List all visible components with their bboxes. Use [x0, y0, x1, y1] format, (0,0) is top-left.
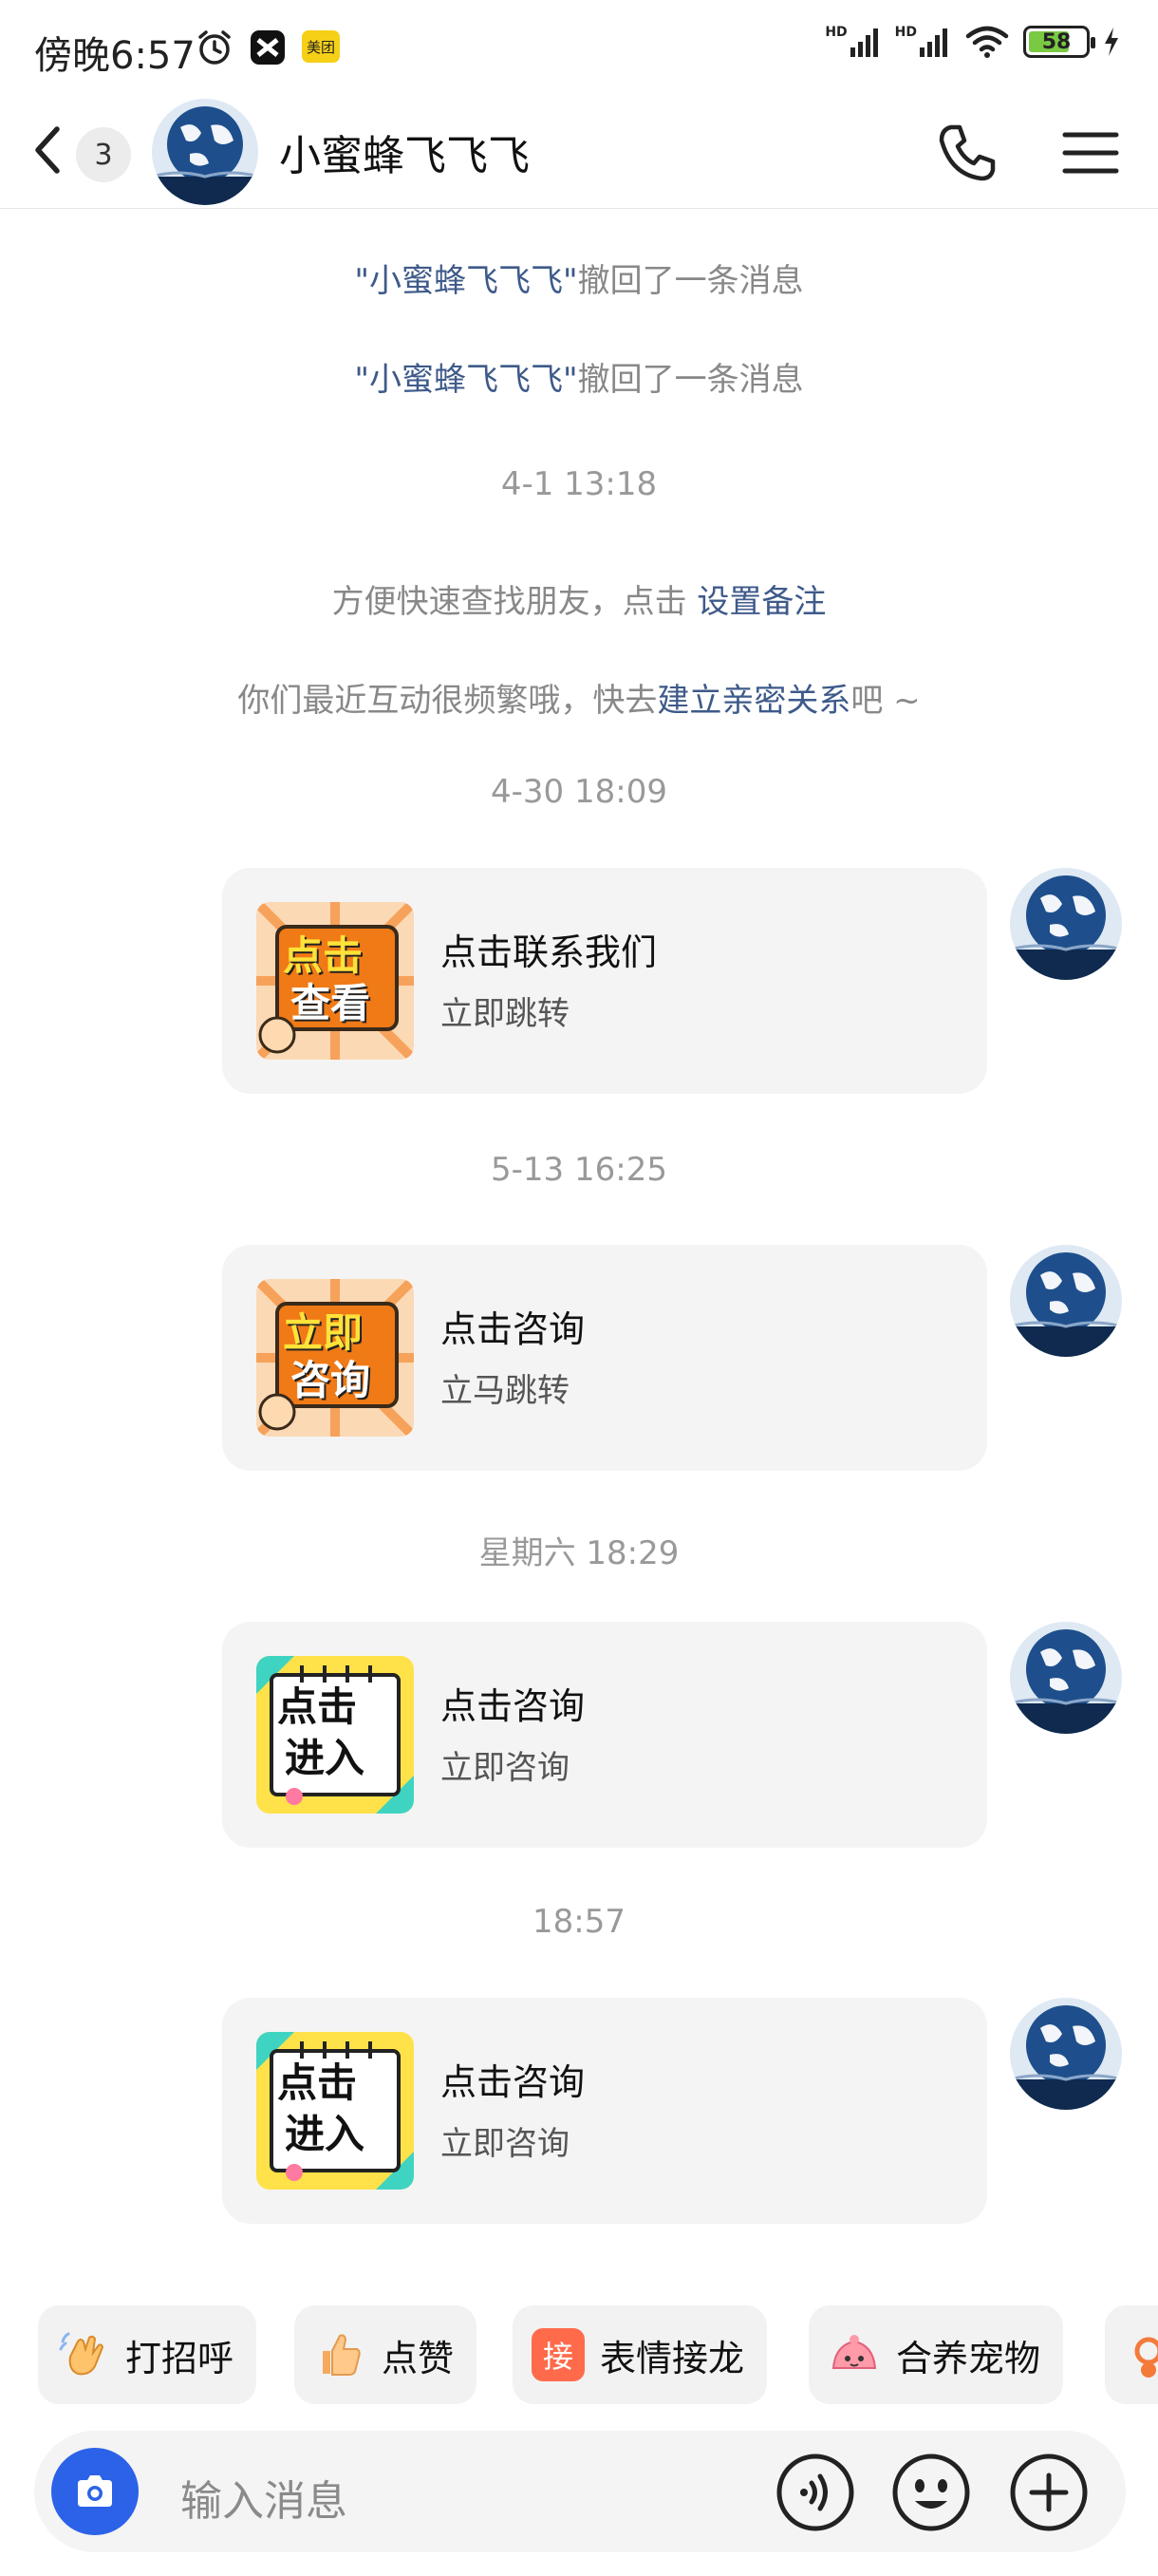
thumb-text-1: 立即	[283, 1309, 364, 1356]
signal-bars-icon	[850, 28, 878, 57]
add-icon[interactable]	[1006, 2450, 1092, 2535]
quick-reply-bar: 打招呼 点赞 接 表情接龙 合养宠物	[0, 2305, 1158, 2404]
quick-reply-like[interactable]: 点赞	[294, 2305, 477, 2404]
status-bar: 傍晚6:57 美团 HD HD 58	[0, 0, 1158, 99]
card-thumbnail: 点击 查看	[256, 902, 414, 1060]
recall-notice: "小蜜蜂飞飞飞"撤回了一条消息	[354, 262, 804, 300]
wave-hand-icon	[57, 2328, 110, 2381]
camera-button[interactable]	[51, 2448, 139, 2535]
battery-icon: 58	[1023, 26, 1095, 58]
quick-reply-label: 表情接龙	[600, 2337, 745, 2379]
camera-icon	[78, 2475, 112, 2507]
card-title: 点击联系我们	[440, 931, 658, 973]
thumb-text-1: 点击	[277, 1683, 358, 1730]
page-title: 小蜜蜂飞飞飞	[279, 132, 530, 180]
link-card-message[interactable]: 点击 进入 点击咨询 立即咨询	[222, 1998, 987, 2224]
card-title: 点击咨询	[440, 2061, 586, 2103]
thumb-text-2: 进入	[285, 2111, 365, 2157]
emoji-icon[interactable]	[888, 2450, 974, 2535]
status-time: 傍晚6:57	[34, 34, 196, 78]
meituan-icon: 美团	[302, 30, 340, 63]
quick-reply-wave[interactable]: 打招呼	[38, 2305, 257, 2404]
recall-notice: "小蜜蜂飞飞飞"撤回了一条消息	[354, 361, 804, 399]
thumb-text-1: 点击	[277, 2059, 358, 2106]
message-input[interactable]: 输入消息	[180, 2467, 347, 2528]
card-title: 点击咨询	[440, 1308, 586, 1350]
card-subtitle: 立即咨询	[440, 2125, 570, 2163]
recall-sender[interactable]: "小蜜蜂飞飞飞"	[354, 262, 577, 300]
avatar[interactable]	[1010, 1622, 1122, 1734]
thumb-text-2: 查看	[290, 980, 371, 1026]
voice-icon[interactable]	[773, 2450, 858, 2535]
timestamp: 5-13 16:25	[491, 1151, 667, 1189]
avatar[interactable]	[1010, 1998, 1122, 2110]
timestamp: 4-30 18:09	[491, 773, 667, 811]
card-thumbnail: 点击 进入	[256, 2032, 414, 2190]
quick-reply-label: 点赞	[382, 2337, 455, 2379]
recall-sender[interactable]: "小蜜蜂飞飞飞"	[354, 361, 577, 399]
intimacy-hint: 你们最近互动很频繁哦，快去建立亲密关系吧 ~	[237, 682, 921, 720]
card-subtitle: 立即咨询	[440, 1749, 570, 1787]
avatar[interactable]	[1010, 1245, 1122, 1357]
quick-reply-more[interactable]	[1105, 2305, 1158, 2404]
timestamp: 星期六 18:29	[478, 1534, 680, 1572]
link-card-message[interactable]: 立即 咨询 点击咨询 立马跳转	[222, 1245, 987, 1471]
thumb-text-2: 进入	[285, 1735, 365, 1781]
charging-icon	[1105, 28, 1118, 56]
build-relationship-link[interactable]: 建立亲密关系	[657, 682, 850, 720]
menu-icon[interactable]	[1059, 122, 1122, 184]
signal-bars-icon	[920, 28, 947, 57]
quick-reply-pet[interactable]: 合养宠物	[809, 2305, 1064, 2404]
pet-icon	[828, 2328, 881, 2381]
signal-1: HD	[825, 25, 881, 57]
quick-reply-emoji-chain[interactable]: 接 表情接龙	[513, 2305, 768, 2404]
unread-count-badge[interactable]: 3	[76, 127, 131, 182]
wifi-icon	[965, 26, 1009, 58]
quick-reply-label: 合养宠物	[896, 2337, 1041, 2379]
thumb-text-2: 咨询	[290, 1357, 371, 1403]
more-chip-icon	[1124, 2328, 1158, 2381]
emoji-chain-icon: 接	[532, 2328, 585, 2381]
thumbs-up-icon	[313, 2328, 366, 2381]
link-card-message[interactable]: 点击 进入 点击咨询 立即咨询	[222, 1622, 987, 1848]
avatar[interactable]	[152, 99, 258, 205]
timestamp: 18:57	[532, 1903, 626, 1941]
card-subtitle: 立即跳转	[440, 995, 570, 1033]
card-subtitle: 立马跳转	[440, 1372, 570, 1410]
message-input-bar: 输入消息	[34, 2431, 1126, 2552]
timestamp: 4-1 13:18	[500, 465, 658, 503]
signal-2: HD	[895, 25, 951, 57]
set-remark-link[interactable]: 设置备注	[697, 583, 826, 621]
card-thumbnail: 立即 咨询	[256, 1279, 414, 1437]
link-card-message[interactable]: 点击 查看 点击联系我们 立即跳转	[222, 868, 987, 1094]
thumb-text-1: 点击	[283, 932, 364, 979]
capcut-icon	[251, 30, 285, 65]
status-right: HD HD 58	[825, 25, 1120, 59]
card-thumbnail: 点击 进入	[256, 1656, 414, 1814]
avatar[interactable]	[1010, 868, 1122, 980]
back-icon[interactable]	[27, 120, 68, 180]
quick-reply-label: 打招呼	[125, 2337, 234, 2379]
phone-icon[interactable]	[932, 118, 1002, 188]
alarm-icon	[198, 30, 231, 65]
card-title: 点击咨询	[440, 1685, 586, 1727]
remark-hint: 方便快速查找朋友，点击 设置备注	[331, 583, 827, 621]
chat-header: 3 小蜜蜂飞飞飞	[0, 99, 1158, 209]
